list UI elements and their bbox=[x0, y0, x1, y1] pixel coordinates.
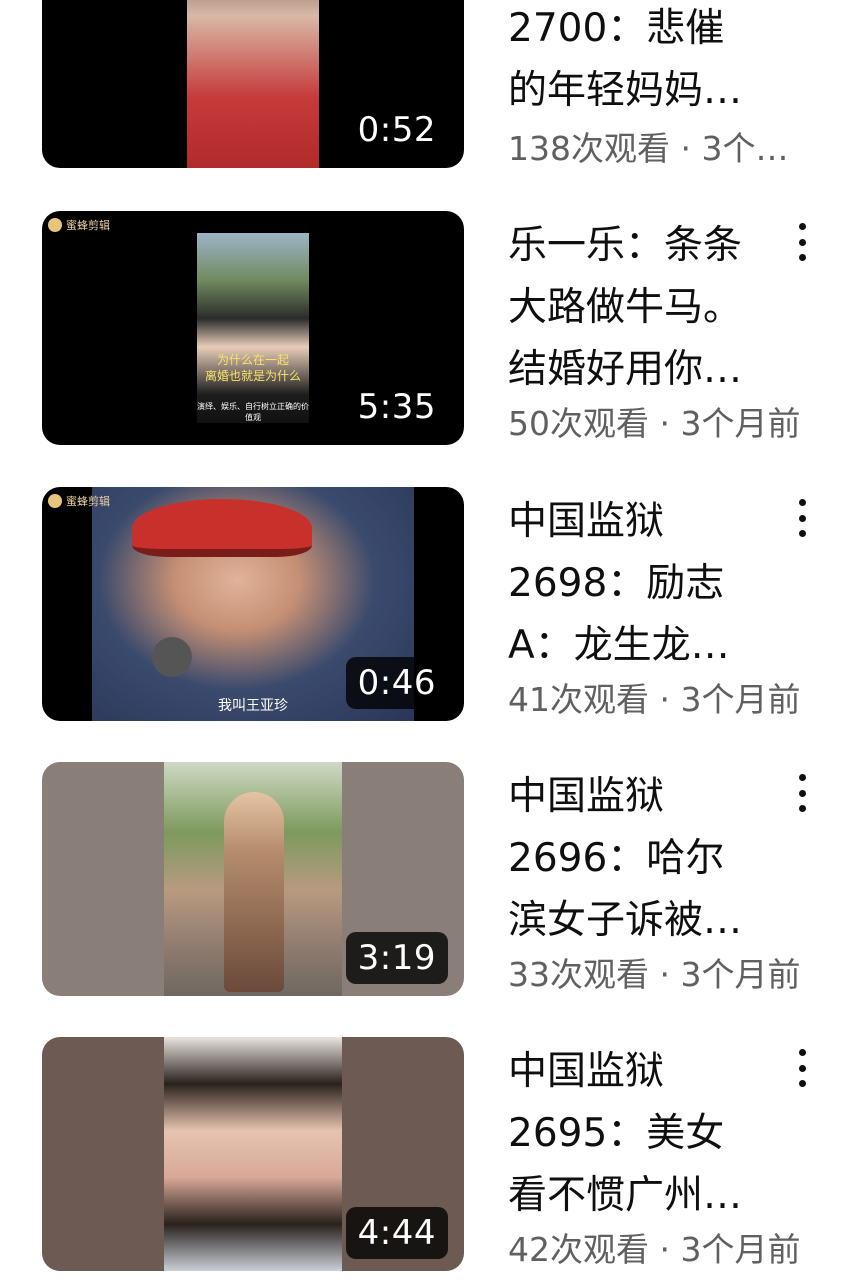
duration-badge: 4:44 bbox=[345, 1207, 448, 1259]
more-vert-icon[interactable] bbox=[788, 495, 816, 541]
title-line: 看不惯广州… bbox=[508, 1173, 743, 1218]
title-line: 2700：悲催 bbox=[508, 6, 725, 51]
watermark: 蜜蜂剪辑 bbox=[48, 217, 110, 233]
more-vert-icon[interactable] bbox=[788, 770, 816, 816]
title-line: 乐一乐：条条 bbox=[508, 223, 743, 268]
caption-text: 为什么在一起 bbox=[216, 353, 289, 367]
bee-logo-icon bbox=[48, 218, 62, 232]
video-item[interactable]: 3:19 中国监狱 2696：哈尔 滨女子诉被… 33次观看 · 3个月前 bbox=[0, 762, 844, 996]
duration-badge: 0:46 bbox=[345, 657, 448, 709]
duration-badge: 5:35 bbox=[345, 381, 448, 433]
title-line: 结婚好用你… bbox=[508, 347, 743, 392]
title-line: 滨女子诉被… bbox=[508, 898, 743, 943]
title-line: A：龙生龙… bbox=[508, 623, 730, 668]
thumbnail-image bbox=[164, 762, 342, 996]
title-line: 2695：美女 bbox=[508, 1111, 725, 1156]
bee-logo-icon bbox=[48, 494, 62, 508]
video-title[interactable]: 中国监狱 2695：美女 看不惯广州… bbox=[508, 1041, 768, 1227]
video-meta: 33次观看 · 3个月前 bbox=[508, 955, 801, 994]
thumbnail-image bbox=[164, 1037, 342, 1271]
duration-badge: 0:52 bbox=[345, 104, 448, 156]
thumbnail-image: 为什么在一起 离婚也就是为什么 演绎、娱乐、自行树立正确的价值观 bbox=[197, 233, 309, 423]
more-vert-icon[interactable] bbox=[788, 1045, 816, 1091]
video-thumbnail[interactable]: 我叫王亚珍 蜜蜂剪辑 0:46 bbox=[42, 487, 464, 721]
video-meta: 138次观看 · 3个… bbox=[508, 129, 789, 168]
video-meta: 50次观看 · 3个月前 bbox=[508, 404, 801, 443]
video-item[interactable]: 蜜蜂剪辑 为什么在一起 离婚也就是为什么 演绎、娱乐、自行树立正确的价值观 5:… bbox=[0, 211, 844, 445]
watermark: 蜜蜂剪辑 bbox=[48, 493, 110, 509]
video-thumbnail[interactable]: 蜜蜂剪辑 为什么在一起 离婚也就是为什么 演绎、娱乐、自行树立正确的价值观 5:… bbox=[42, 211, 464, 445]
video-item[interactable]: 我叫王亚珍 蜜蜂剪辑 0:46 中国监狱 2698：励志 A：龙生龙… 41次观… bbox=[0, 487, 844, 721]
duration-badge: 3:19 bbox=[345, 932, 448, 984]
title-line: 大路做牛马。 bbox=[508, 285, 743, 330]
video-title[interactable]: 中国监狱 2698：励志 A：龙生龙… bbox=[508, 491, 768, 677]
thumbnail-image bbox=[187, 0, 319, 168]
title-line: 2696：哈尔 bbox=[508, 836, 725, 881]
title-line: 中国监狱 bbox=[508, 774, 665, 819]
video-title[interactable]: 2700：悲催 的年轻妈妈… bbox=[508, 0, 768, 122]
caption-text: 演绎、娱乐、自行树立正确的价值观 bbox=[197, 402, 309, 422]
title-line: 中国监狱 bbox=[508, 499, 665, 544]
video-title[interactable]: 乐一乐：条条 大路做牛马。 结婚好用你… bbox=[508, 215, 768, 401]
title-line: 2698：励志 bbox=[508, 561, 725, 606]
video-thumbnail[interactable]: 0:52 bbox=[42, 0, 464, 168]
microphone-shape bbox=[152, 637, 192, 677]
video-meta: 42次观看 · 3个月前 bbox=[508, 1230, 801, 1269]
caption-text: 离婚也就是为什么 bbox=[204, 369, 301, 383]
more-vert-icon[interactable] bbox=[788, 219, 816, 265]
video-thumbnail[interactable]: 4:44 bbox=[42, 1037, 464, 1271]
person-shape bbox=[224, 792, 284, 992]
video-item[interactable]: 0:52 2700：悲催 的年轻妈妈… 138次观看 · 3个… bbox=[0, 0, 844, 168]
video-meta: 41次观看 · 3个月前 bbox=[508, 680, 801, 719]
video-item[interactable]: 4:44 中国监狱 2695：美女 看不惯广州… 42次观看 · 3个月前 bbox=[0, 1037, 844, 1271]
title-line: 中国监狱 bbox=[508, 1049, 665, 1094]
hat-shape bbox=[132, 499, 312, 557]
video-title[interactable]: 中国监狱 2696：哈尔 滨女子诉被… bbox=[508, 766, 768, 952]
video-thumbnail[interactable]: 3:19 bbox=[42, 762, 464, 996]
title-line: 的年轻妈妈… bbox=[508, 68, 743, 113]
